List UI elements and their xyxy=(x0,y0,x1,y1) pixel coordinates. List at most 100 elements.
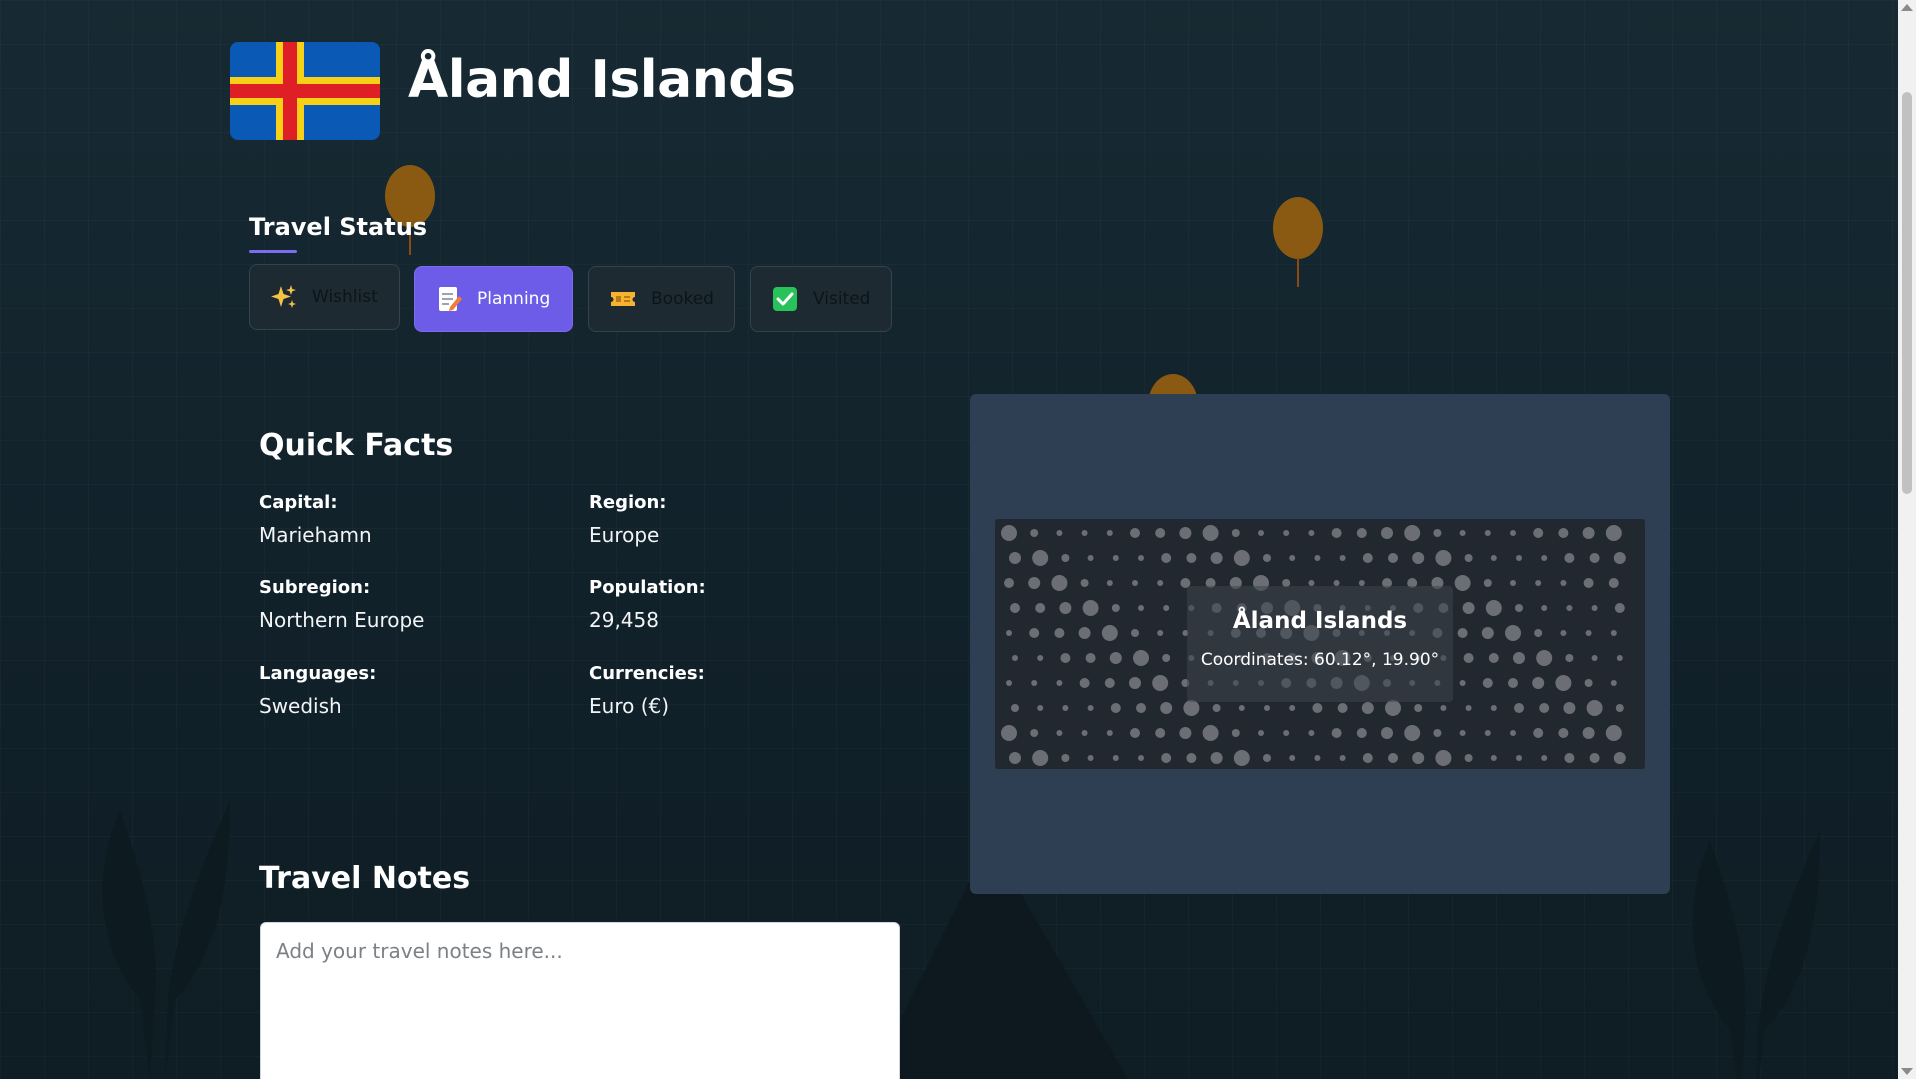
fact-label: Currencies: xyxy=(589,663,705,684)
map-dot xyxy=(1012,655,1018,661)
map-dot xyxy=(1136,703,1146,713)
map-dot xyxy=(1582,527,1595,539)
map-dot xyxy=(1516,555,1522,561)
scroll-down-arrow-icon[interactable] xyxy=(1901,1068,1913,1075)
map-dot xyxy=(1010,603,1020,613)
map-dot xyxy=(1539,703,1550,713)
map-dot xyxy=(1258,730,1264,736)
map-dot xyxy=(1508,678,1518,688)
map-dot xyxy=(1179,527,1192,539)
map-dot xyxy=(1463,653,1474,663)
map-dot xyxy=(1060,653,1071,663)
map-dot xyxy=(1614,603,1625,613)
map-dot xyxy=(1129,677,1141,689)
map-dot xyxy=(1283,530,1290,536)
map-dot xyxy=(1459,680,1466,686)
map-dot xyxy=(1388,553,1398,563)
map-dot xyxy=(1541,755,1548,761)
map-dot xyxy=(1308,530,1315,536)
travel-notes-input[interactable] xyxy=(260,922,900,1079)
map-dot xyxy=(1459,530,1466,536)
map-dot xyxy=(1264,705,1270,711)
ticket-icon xyxy=(609,285,637,313)
map-dot xyxy=(1289,755,1296,761)
map-dot xyxy=(1381,727,1393,739)
map-dot xyxy=(1532,677,1545,689)
status-wishlist-button[interactable]: Wishlist xyxy=(249,264,400,330)
map-location-label: Åland Islands Coordinates: 60.12°, 19.90… xyxy=(1187,586,1453,702)
map-dot xyxy=(1388,753,1398,763)
map-dot xyxy=(1608,578,1619,588)
fact-label: Languages: xyxy=(259,663,377,684)
map-dot xyxy=(1087,755,1094,761)
map-dot xyxy=(1157,580,1164,586)
map-dot xyxy=(1106,530,1113,536)
map-dot xyxy=(1161,753,1172,763)
map-dot xyxy=(1564,553,1575,563)
map-dot xyxy=(1605,525,1622,541)
status-planning-button[interactable]: Planning xyxy=(414,266,573,332)
fact-value: 29,458 xyxy=(589,608,659,632)
map-dot xyxy=(1111,604,1120,612)
map-dot xyxy=(1483,579,1492,587)
map-dot xyxy=(1435,550,1452,566)
map-dot xyxy=(1056,680,1063,686)
map-dot xyxy=(1513,652,1525,664)
map-dot xyxy=(1106,580,1113,586)
map-dot xyxy=(1035,603,1046,613)
map-dot xyxy=(1061,554,1070,562)
map-dot xyxy=(1555,675,1572,691)
map-dot xyxy=(1029,628,1040,638)
map-dot xyxy=(1615,704,1624,712)
map-dot xyxy=(1560,580,1567,586)
scroll-thumb[interactable] xyxy=(1902,92,1912,494)
map-dot xyxy=(1404,525,1421,541)
status-visited-button[interactable]: Visited xyxy=(750,266,892,332)
fact-region: Region: Europe xyxy=(589,492,889,547)
country-detail-page: Åland Islands Travel Status Wishlist Pla… xyxy=(0,0,1916,1079)
map-dot xyxy=(1412,552,1425,564)
map-dot xyxy=(1565,654,1574,662)
country-flag xyxy=(230,42,380,140)
map-dot xyxy=(1233,750,1250,766)
fact-label: Subregion: xyxy=(259,577,371,598)
fact-currencies: Currencies: Euro (€) xyxy=(589,663,889,718)
map-dot xyxy=(1079,678,1090,688)
map-dot xyxy=(1534,629,1543,637)
map-dot xyxy=(1331,728,1342,738)
balloon-decoration xyxy=(1273,197,1323,287)
map-dot xyxy=(1465,705,1472,711)
map-view[interactable]: Åland Islands Coordinates: 60.12°, 19.90… xyxy=(995,519,1645,769)
map-dot xyxy=(1082,600,1099,616)
status-label: Visited xyxy=(813,289,871,309)
fact-value: Mariehamn xyxy=(259,523,372,547)
map-dot xyxy=(1610,630,1617,636)
map-dot xyxy=(1104,678,1115,688)
status-label: Planning xyxy=(477,289,551,309)
map-dot xyxy=(1004,578,1014,588)
map-dot xyxy=(1541,555,1548,561)
map-dot xyxy=(1435,750,1452,766)
map-dot xyxy=(1231,529,1240,537)
scroll-up-arrow-icon[interactable] xyxy=(1901,4,1913,11)
map-dot xyxy=(1081,530,1088,536)
map-dot xyxy=(1028,577,1041,589)
map-dot xyxy=(1440,705,1447,711)
map-dot xyxy=(1589,553,1600,563)
map-dot xyxy=(1454,575,1471,591)
map-dot xyxy=(1591,605,1598,611)
sparkles-icon xyxy=(270,283,298,311)
map-dot xyxy=(1566,605,1573,611)
map-dot xyxy=(1484,730,1491,736)
vertical-scrollbar[interactable] xyxy=(1898,0,1916,1079)
fact-population: Population: 29,458 xyxy=(589,577,889,632)
map-dot xyxy=(1030,729,1039,737)
status-booked-button[interactable]: Booked xyxy=(588,266,735,332)
map-dot xyxy=(1314,755,1321,761)
map-dot xyxy=(1586,700,1603,716)
map-dot xyxy=(1032,750,1049,766)
map-dot xyxy=(1131,629,1139,637)
map-dot xyxy=(1210,752,1223,764)
map-dot xyxy=(1605,725,1622,741)
map-dot xyxy=(1516,755,1522,761)
